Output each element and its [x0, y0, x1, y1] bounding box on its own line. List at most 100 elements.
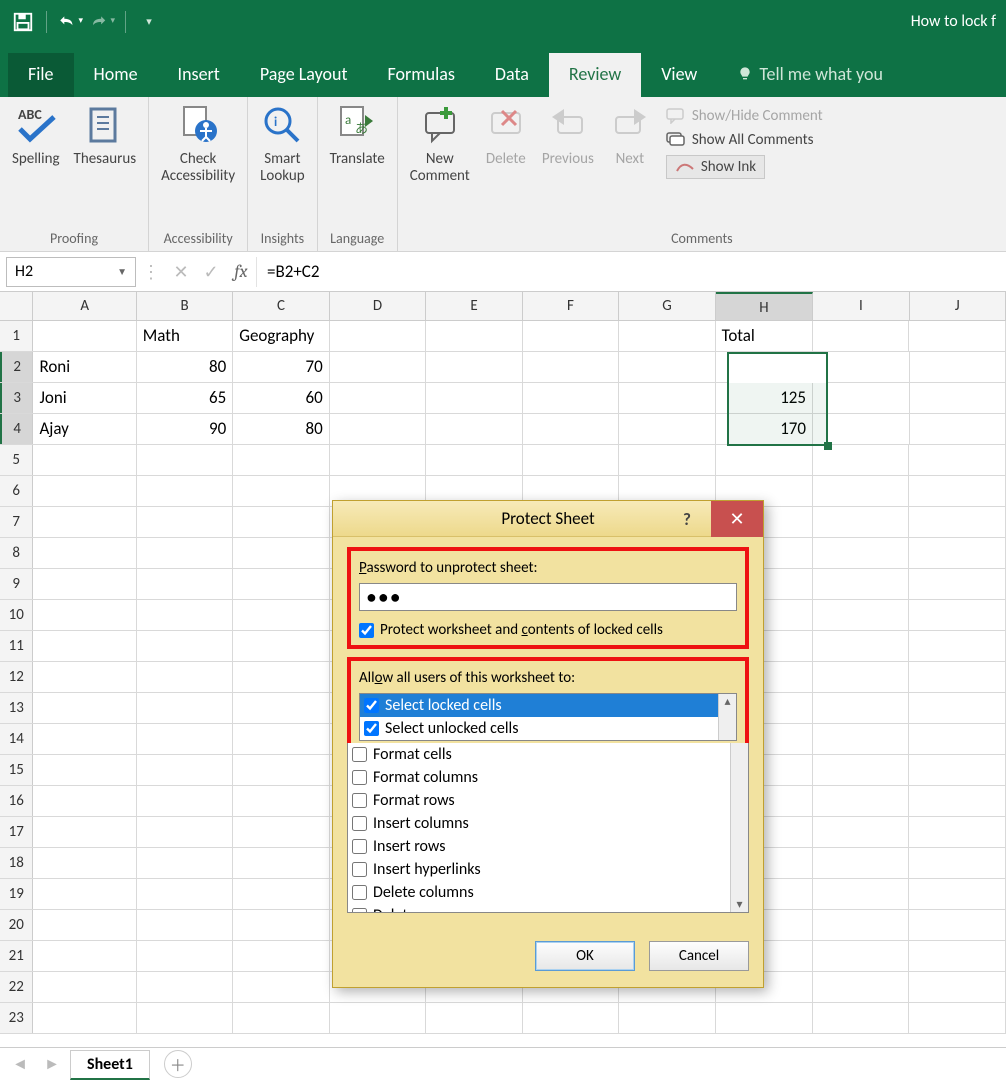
cell-I10[interactable]	[813, 600, 909, 630]
cell-J16[interactable]	[909, 786, 1005, 816]
row-header[interactable]: 10	[0, 600, 33, 630]
scroll-down-icon[interactable]: ▾	[736, 897, 742, 912]
tab-file[interactable]: File	[8, 53, 74, 97]
cell-B13[interactable]	[137, 693, 233, 723]
cell-G1[interactable]	[619, 321, 715, 351]
cell-J9[interactable]	[909, 569, 1005, 599]
cell-B23[interactable]	[137, 1003, 233, 1033]
cell-A21[interactable]	[33, 941, 136, 971]
cell-I14[interactable]	[813, 724, 909, 754]
cell-C18[interactable]	[233, 848, 329, 878]
cell-F3[interactable]	[523, 383, 619, 413]
cell-J8[interactable]	[909, 538, 1005, 568]
cell-C22[interactable]	[233, 972, 329, 1002]
cell-C13[interactable]	[233, 693, 329, 723]
cell-B20[interactable]	[137, 910, 233, 940]
cell-A7[interactable]	[33, 507, 136, 537]
cell-E5[interactable]	[426, 445, 522, 475]
permission-item[interactable]: Select unlocked cells	[360, 717, 718, 740]
cell-I17[interactable]	[813, 817, 909, 847]
cell-J14[interactable]	[909, 724, 1005, 754]
row-header[interactable]: 20	[0, 910, 33, 940]
cell-I1[interactable]	[813, 321, 909, 351]
cell-B21[interactable]	[137, 941, 233, 971]
tell-me-search[interactable]: Tell me what you	[717, 53, 903, 97]
cell-I2[interactable]	[813, 352, 909, 382]
cell-J11[interactable]	[909, 631, 1005, 661]
permission-checkbox[interactable]	[364, 721, 379, 736]
row-header[interactable]: 5	[0, 445, 33, 475]
cell-A8[interactable]	[33, 538, 136, 568]
cell-B10[interactable]	[137, 600, 233, 630]
cancel-formula-icon[interactable]: ✕	[166, 261, 196, 283]
row-header[interactable]: 22	[0, 972, 33, 1002]
cell-C8[interactable]	[233, 538, 329, 568]
cell-I12[interactable]	[813, 662, 909, 692]
cell-B22[interactable]	[137, 972, 233, 1002]
chevron-down-icon[interactable]: ▼	[117, 265, 127, 278]
cell-A15[interactable]	[33, 755, 136, 785]
cell-J12[interactable]	[909, 662, 1005, 692]
cell-A2[interactable]: Roni	[33, 352, 136, 382]
thesaurus-button[interactable]: Thesaurus	[74, 103, 137, 168]
tab-home[interactable]: Home	[74, 53, 158, 97]
select-all-corner[interactable]	[0, 292, 33, 320]
cell-I4[interactable]	[813, 414, 909, 444]
cell-A12[interactable]	[33, 662, 136, 692]
cell-J19[interactable]	[909, 879, 1005, 909]
cell-A17[interactable]	[33, 817, 136, 847]
dialog-close-button[interactable]: ✕	[711, 501, 763, 537]
permission-checkbox[interactable]	[352, 816, 367, 831]
cell-J23[interactable]	[909, 1003, 1005, 1033]
cell-C6[interactable]	[233, 476, 329, 506]
insert-function-icon[interactable]: fx	[226, 261, 256, 282]
cell-H5[interactable]	[716, 445, 813, 475]
cell-I15[interactable]	[813, 755, 909, 785]
cell-J15[interactable]	[909, 755, 1005, 785]
cell-C9[interactable]	[233, 569, 329, 599]
permission-checkbox[interactable]	[352, 839, 367, 854]
cell-I19[interactable]	[813, 879, 909, 909]
cell-E23[interactable]	[426, 1003, 522, 1033]
cell-C11[interactable]	[233, 631, 329, 661]
cell-C7[interactable]	[233, 507, 329, 537]
cell-I13[interactable]	[813, 693, 909, 723]
row-header[interactable]: 9	[0, 569, 33, 599]
row-header[interactable]: 8	[0, 538, 33, 568]
cell-C23[interactable]	[233, 1003, 329, 1033]
cell-B17[interactable]	[137, 817, 233, 847]
row-header[interactable]: 21	[0, 941, 33, 971]
cell-A18[interactable]	[33, 848, 136, 878]
cell-A13[interactable]	[33, 693, 136, 723]
permission-item[interactable]: Format cells	[348, 743, 730, 766]
cell-F1[interactable]	[523, 321, 619, 351]
cell-J22[interactable]	[909, 972, 1005, 1002]
cell-B12[interactable]	[137, 662, 233, 692]
cell-A3[interactable]: Joni	[33, 383, 136, 413]
cell-H3[interactable]: 125	[716, 383, 813, 413]
permission-item[interactable]: Format rows	[348, 789, 730, 812]
dialog-help-button[interactable]: ?	[667, 501, 707, 537]
cell-J4[interactable]	[910, 414, 1006, 444]
cell-J3[interactable]	[910, 383, 1006, 413]
cell-C17[interactable]	[233, 817, 329, 847]
cell-C2[interactable]: 70	[233, 352, 329, 382]
cell-I6[interactable]	[813, 476, 909, 506]
cell-J2[interactable]	[910, 352, 1006, 382]
cell-I16[interactable]	[813, 786, 909, 816]
cell-G4[interactable]	[619, 414, 715, 444]
col-header-F[interactable]: F	[523, 292, 619, 320]
cell-I22[interactable]	[813, 972, 909, 1002]
cell-J6[interactable]	[909, 476, 1005, 506]
cell-F2[interactable]	[523, 352, 619, 382]
cell-D1[interactable]	[330, 321, 426, 351]
cell-G23[interactable]	[619, 1003, 715, 1033]
cell-I7[interactable]	[813, 507, 909, 537]
cell-A11[interactable]	[33, 631, 136, 661]
cell-B4[interactable]: 90	[137, 414, 233, 444]
cell-B8[interactable]	[137, 538, 233, 568]
ok-button[interactable]: OK	[535, 941, 635, 971]
cell-J20[interactable]	[909, 910, 1005, 940]
cell-B3[interactable]: 65	[137, 383, 233, 413]
cell-A4[interactable]: Ajay	[33, 414, 136, 444]
